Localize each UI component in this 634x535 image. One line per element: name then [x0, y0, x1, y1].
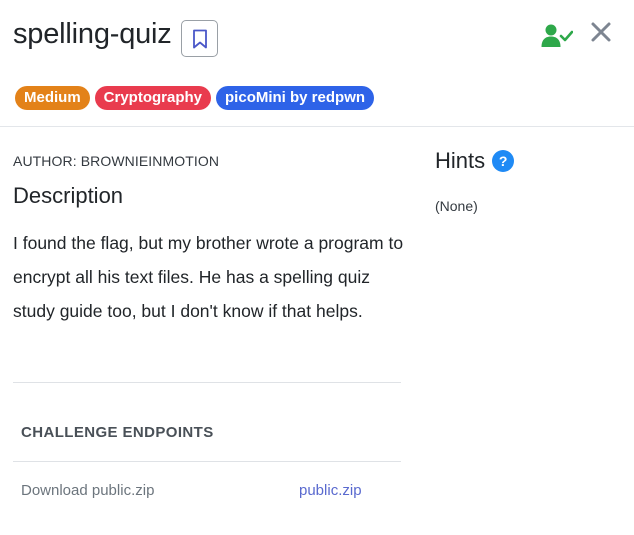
bookmark-icon: [192, 29, 207, 48]
bookmark-button[interactable]: [181, 20, 218, 57]
endpoint-label: Download public.zip: [21, 482, 155, 499]
hints-value: (None): [435, 198, 478, 214]
description-heading: Description: [13, 183, 124, 208]
close-icon[interactable]: [589, 20, 613, 44]
tag-list: Medium Cryptography picoMini by redpwn: [15, 86, 375, 110]
user-check-icon: [541, 24, 573, 47]
tag-event[interactable]: picoMini by redpwn: [216, 86, 375, 110]
divider: [13, 461, 401, 462]
challenge-title: spelling-quiz: [13, 18, 172, 50]
hints-heading-label: Hints: [435, 148, 486, 173]
tag-difficulty[interactable]: Medium: [15, 86, 90, 110]
help-icon[interactable]: ?: [492, 150, 515, 172]
divider: [13, 382, 401, 383]
author-label: AUTHOR: BROWNIEINMOTION: [13, 153, 220, 169]
description-text: I found the flag, but my brother wrote a…: [13, 233, 404, 321]
tag-category[interactable]: Cryptography: [94, 86, 212, 110]
endpoint-download-link[interactable]: public.zip: [299, 482, 362, 499]
endpoints-heading: CHALLENGE ENDPOINTS: [21, 424, 214, 441]
hints-heading: Hints ?: [435, 148, 515, 174]
modal-header: spelling-quiz Medium Cryptography picoMi…: [0, 0, 634, 127]
